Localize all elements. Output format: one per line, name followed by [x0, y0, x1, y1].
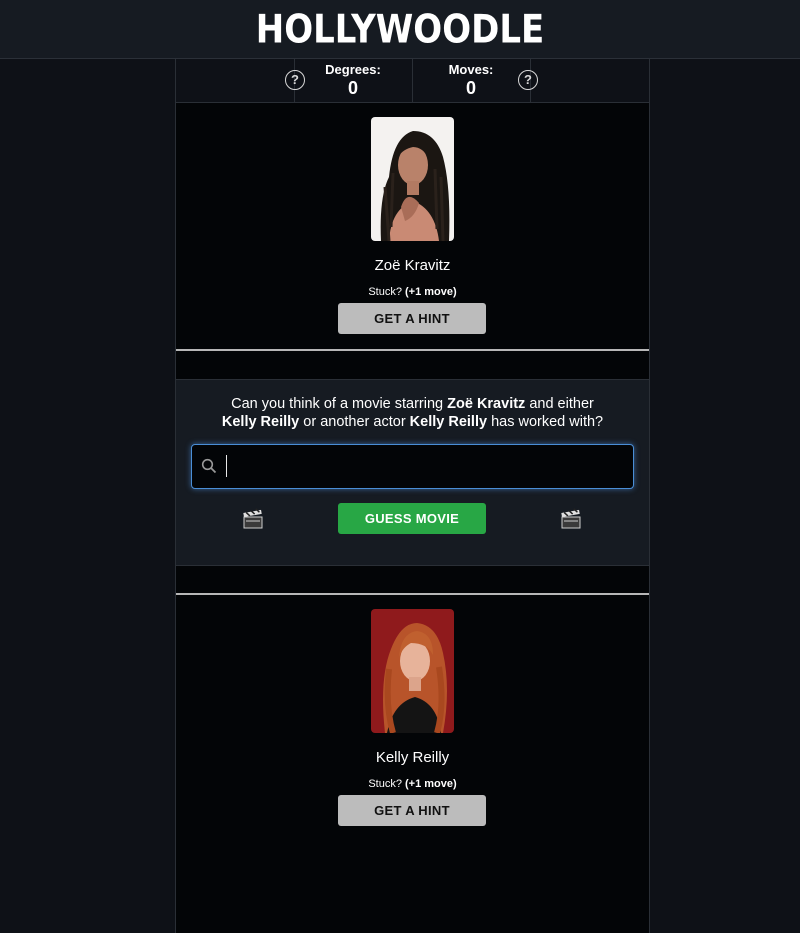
- movie-search-input[interactable]: [226, 455, 621, 477]
- question-actor-start: Zoë Kravitz: [447, 396, 526, 412]
- moves-value: 0: [465, 78, 476, 98]
- question-text: Can you think of a movie starring: [231, 396, 448, 412]
- top-divider: [176, 349, 649, 351]
- stats-bar: ? Degrees: 0 Moves: 0 ?: [176, 59, 649, 103]
- stats-divider: [412, 59, 413, 102]
- clapperboard-icon: [561, 508, 581, 529]
- start-actor-photo: [371, 117, 454, 241]
- start-stuck-text: Stuck? (+1 move): [176, 286, 649, 298]
- movie-search-box: [191, 444, 634, 489]
- start-actor-name: Zoë Kravitz: [374, 257, 451, 274]
- end-actor-photo: [371, 609, 454, 733]
- question-text: and either: [525, 396, 594, 412]
- question-actor-end: Kelly Reilly: [409, 414, 488, 430]
- question-text: has worked with?: [487, 414, 604, 430]
- search-icon: [201, 458, 217, 474]
- end-actor-name: Kelly Reilly: [375, 749, 450, 766]
- end-stuck-cost: (+1 move): [405, 778, 457, 790]
- game-column: ? Degrees: 0 Moves: 0 ? Zoë Kravitz Stuc…: [175, 59, 650, 933]
- end-stuck-label: Stuck?: [368, 778, 402, 790]
- clapperboard-icon: [243, 508, 263, 529]
- moves-help-icon[interactable]: ?: [518, 70, 538, 90]
- start-stuck-label: Stuck?: [368, 286, 402, 298]
- guess-question: Can you think of a movie starring Zoë Kr…: [196, 395, 629, 431]
- question-text: or another actor: [299, 414, 410, 430]
- end-stuck-text: Stuck? (+1 move): [176, 778, 649, 790]
- moves-stat: Moves: 0: [421, 62, 521, 98]
- app-logo[interactable]: HOLLYWOODLE: [256, 7, 544, 53]
- degrees-stat: Degrees: 0: [303, 62, 403, 98]
- start-actor-portrait: [371, 117, 454, 241]
- end-actor-portrait: [371, 609, 454, 733]
- end-hint-button[interactable]: GET A HINT: [338, 795, 486, 826]
- start-hint-button[interactable]: GET A HINT: [338, 303, 486, 334]
- guess-movie-button[interactable]: GUESS MOVIE: [338, 503, 486, 534]
- moves-label: Moves:: [448, 62, 494, 77]
- start-stuck-cost: (+1 move): [405, 286, 457, 298]
- degrees-value: 0: [347, 78, 358, 98]
- degrees-help-icon[interactable]: ?: [285, 70, 305, 90]
- guess-panel: Can you think of a movie starring Zoë Kr…: [176, 379, 649, 566]
- question-actor-end: Kelly Reilly: [221, 414, 300, 430]
- app-header: HOLLYWOODLE: [0, 0, 800, 59]
- bottom-divider: [176, 593, 649, 595]
- degrees-label: Degrees:: [325, 62, 381, 77]
